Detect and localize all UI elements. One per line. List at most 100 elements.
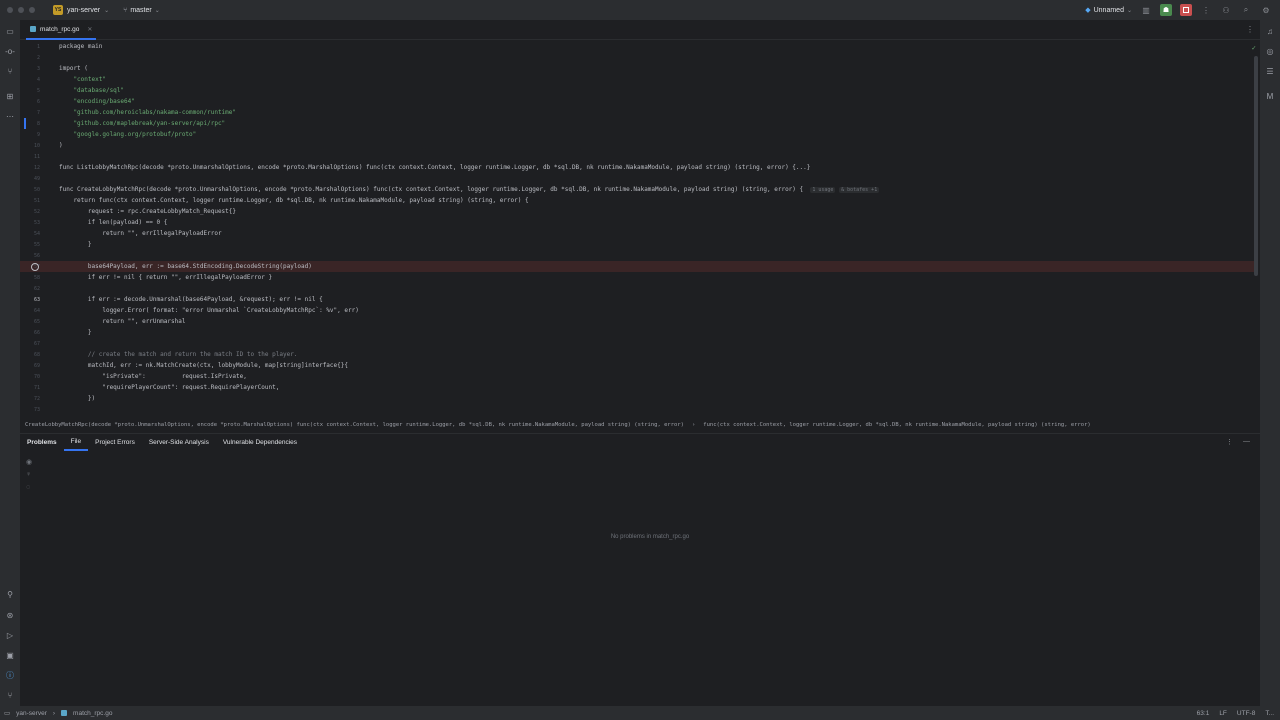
more-actions-icon[interactable]: ⋮ [1200, 4, 1212, 16]
minimize-window-button[interactable] [18, 7, 24, 13]
code-text: if err != nil { return "", errIllegalPay… [59, 274, 273, 281]
code-line: 5 "database/sql" [20, 85, 1254, 96]
branch-name: master [130, 6, 152, 14]
editor-scrollbar[interactable] [1254, 56, 1258, 276]
eye-icon[interactable]: ◉ [26, 458, 34, 466]
code-line: 73 [20, 404, 1254, 415]
branch-switcher[interactable]: ⑂ master ⌄ [123, 7, 160, 14]
status-file[interactable]: match_rpc.go [73, 710, 112, 717]
commit-icon[interactable]: -o- [4, 45, 16, 57]
services-icon[interactable]: ⚲ [4, 588, 16, 600]
code-line: 49 [20, 173, 1254, 184]
line-number: 7 [36, 109, 40, 116]
line-number: 62 [33, 285, 40, 292]
project-switcher[interactable]: YS yan-server ⌄ [53, 5, 109, 15]
notifications-bell-icon[interactable]: ♫ [1264, 25, 1276, 37]
tab-vulnerable-dependencies[interactable]: Vulnerable Dependencies [216, 434, 304, 451]
project-folder-icon[interactable]: ▭ [4, 25, 16, 37]
status-extra[interactable]: T... [1265, 710, 1274, 717]
structure-icon[interactable]: ⊞ [4, 90, 16, 102]
cursor-position[interactable]: 63:1 [1197, 710, 1210, 717]
code-text: func CreateLobbyMatchRpc(decode *proto.U… [59, 186, 804, 193]
settings-gear-icon[interactable]: ⚙ [1260, 4, 1272, 16]
code-with-me-icon[interactable]: ⚇ [1220, 4, 1232, 16]
line-number: 63 [33, 296, 40, 303]
line-number: 2 [36, 54, 40, 61]
usage-hint[interactable]: 1 usage [810, 187, 836, 193]
close-window-button[interactable] [7, 7, 13, 13]
author-hint[interactable]: & botafes +1 [839, 187, 880, 193]
line-number: 1 [36, 43, 40, 50]
build-icon[interactable]: ▥ [1140, 4, 1152, 16]
tabs-more-icon[interactable]: ⋮ [1246, 25, 1254, 34]
breadcrumb-item[interactable]: CreateLobbyMatchRpc(decode *proto.Unmars… [25, 422, 684, 428]
vcs-change-marker[interactable] [24, 118, 26, 129]
code-text: return "", errIllegalPayloadError [59, 230, 222, 237]
line-number: 11 [33, 153, 40, 160]
project-name: yan-server [67, 6, 101, 14]
panel-title-problems[interactable]: Problems [20, 434, 64, 451]
search-icon[interactable]: ⌕ [1240, 4, 1252, 16]
code-line: 69 matchId, err := nk.MatchCreate(ctx, l… [20, 360, 1254, 371]
go-file-icon [61, 710, 68, 716]
debug-tool-icon[interactable]: ⊛ [4, 609, 16, 621]
line-number: 70 [33, 373, 40, 380]
run-tool-icon[interactable]: ▷ [4, 629, 16, 641]
code-line: 10 ) [20, 140, 1254, 151]
stop-button[interactable] [1180, 4, 1192, 16]
panel-options-icon[interactable]: ⋮ [1226, 438, 1233, 446]
tab-project-errors[interactable]: Project Errors [88, 434, 142, 451]
run-config-icon: ◆ [1085, 7, 1091, 14]
code-line: 72 }) [20, 393, 1254, 404]
editor-tab-bar: match_rpc.go ✕ ⋮ [20, 20, 1260, 40]
line-number: 66 [33, 329, 40, 336]
maximize-window-button[interactable] [29, 7, 35, 13]
code-line: 7 "github.com/heroiclabs/nakama-common/r… [20, 107, 1254, 118]
line-number: 53 [33, 219, 40, 226]
settings-icon[interactable]: ◌ [26, 484, 34, 492]
line-number: 8 [36, 120, 40, 127]
problems-icon[interactable]: ⓘ [4, 669, 16, 681]
minimize-panel-icon[interactable]: — [1243, 438, 1250, 446]
ai-assistant-icon[interactable]: ◎ [1264, 45, 1276, 57]
code-line: 65 return "", errUnmarshal [20, 316, 1254, 327]
database-icon[interactable]: ☰ [1264, 65, 1276, 77]
line-number: 9 [36, 131, 40, 138]
git-icon[interactable]: ⑂ [4, 689, 16, 701]
breadcrumb-item[interactable]: func(ctx context.Context, logger runtime… [703, 422, 1090, 428]
tab-file[interactable]: File [63, 434, 89, 451]
run-configuration-selector[interactable]: ◆ Unnamed ⌄ [1085, 6, 1132, 15]
disabled-breakpoint-icon[interactable] [31, 262, 39, 271]
line-ending[interactable]: LF [1219, 710, 1227, 717]
line-number: 55 [33, 241, 40, 248]
markdown-icon[interactable]: M [1264, 90, 1276, 102]
pull-requests-icon[interactable]: ⑂ [4, 65, 16, 77]
code-line: 12 func ListLobbyMatchRpc(decode *proto.… [20, 162, 1254, 173]
debug-button[interactable]: ☗ [1160, 4, 1172, 16]
window-controls[interactable] [7, 7, 35, 13]
code-text: logger.Error( format: "error Unmarshal `… [59, 307, 359, 314]
close-tab-icon[interactable]: ✕ [87, 26, 92, 33]
file-encoding[interactable]: UTF-8 [1237, 710, 1255, 717]
bulb-icon[interactable]: ♀ [26, 471, 34, 479]
branch-chevron-down-icon: ⌄ [154, 7, 160, 14]
code-line: 67 [20, 338, 1254, 349]
line-number: 64 [33, 307, 40, 314]
editor-tab[interactable]: match_rpc.go ✕ [26, 20, 97, 40]
line-number: 49 [33, 175, 40, 182]
code-text: package main [59, 43, 103, 50]
code-text: "github.com/maplebreak/yan-server/api/rp… [59, 120, 226, 127]
code-editor[interactable]: ✓ 1 package main 2 3 import ( 4 "context… [20, 41, 1260, 416]
code-text: return func(ctx context.Context, logger … [59, 197, 529, 204]
tab-server-side-analysis[interactable]: Server-Side Analysis [142, 434, 216, 451]
code-text: "google.golang.org/protobuf/proto" [59, 131, 197, 138]
more-tools-icon[interactable]: ⋯ [4, 110, 16, 122]
code-line: 8 "github.com/maplebreak/yan-server/api/… [20, 118, 1254, 129]
left-tool-strip: ▭ -o- ⑂ ⊞ ⋯ ⚲ ⊛ ▷ ▣ ⓘ ⑂ [0, 20, 20, 706]
line-number: 5 [36, 87, 40, 94]
title-bar: YS yan-server ⌄ ⑂ master ⌄ ◆ Unnamed ⌄ ▥… [0, 0, 1280, 20]
line-number: 54 [33, 230, 40, 237]
terminal-icon[interactable]: ▣ [4, 649, 16, 661]
code-line: 11 [20, 151, 1254, 162]
status-project[interactable]: yan-server [16, 710, 47, 717]
